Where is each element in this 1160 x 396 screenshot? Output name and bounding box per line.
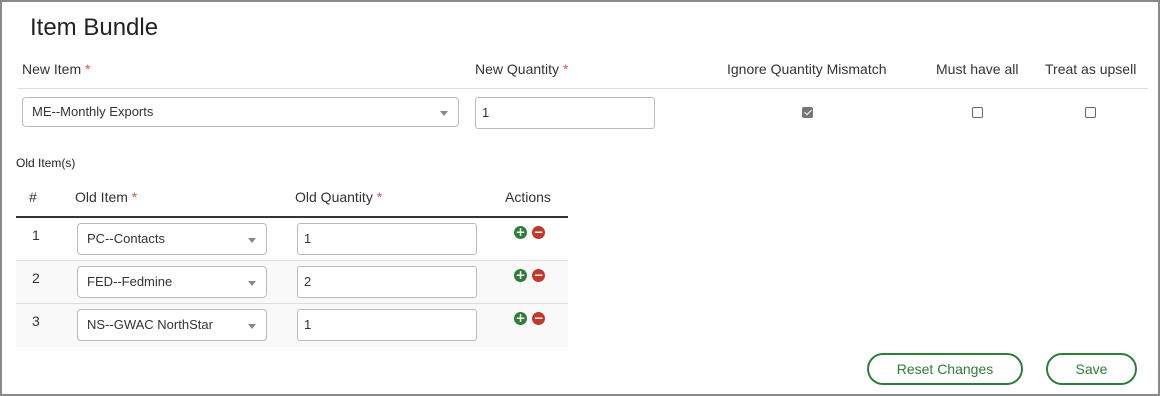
num-column-header: # <box>29 189 37 205</box>
new-quantity-input[interactable]: 1 <box>475 97 655 129</box>
old-quantity-input[interactable]: 1 <box>297 309 477 341</box>
old-item-select[interactable]: PC--Contacts <box>77 223 267 255</box>
required-marker: * <box>376 189 383 205</box>
minus-circle-icon[interactable]: − <box>532 226 545 239</box>
new-quantity-header: New Quantity * <box>475 61 568 77</box>
must-have-all-header: Must have all <box>936 61 1019 77</box>
old-item-column-header: Old Item * <box>75 189 137 205</box>
treat-as-upsell-header: Treat as upsell <box>1045 61 1137 77</box>
old-quantity-column-header: Old Quantity * <box>295 189 382 205</box>
old-item-select[interactable]: NS--GWAC NorthStar <box>77 309 267 341</box>
ignore-quantity-mismatch-checkbox[interactable] <box>802 107 813 118</box>
ignore-quantity-mismatch-header: Ignore Quantity Mismatch <box>727 61 887 77</box>
new-item-header-label: New Item <box>22 61 82 77</box>
reset-changes-button[interactable]: Reset Changes <box>867 353 1023 385</box>
minus-circle-icon[interactable]: − <box>532 269 545 282</box>
plus-circle-icon[interactable]: + <box>514 312 527 325</box>
item-bundle-panel: Item Bundle New Item * New Quantity * Ig… <box>0 0 1160 396</box>
new-item-select[interactable]: ME--Monthly Exports <box>22 97 459 127</box>
page-title: Item Bundle <box>30 14 159 41</box>
save-button[interactable]: Save <box>1046 353 1137 385</box>
plus-circle-icon[interactable]: + <box>514 226 527 239</box>
actions-column-header: Actions <box>505 189 551 205</box>
minus-circle-icon[interactable]: − <box>532 312 545 325</box>
chevron-down-icon <box>248 238 256 243</box>
old-item-select[interactable]: FED--Fedmine <box>77 266 267 298</box>
chevron-down-icon <box>248 281 256 286</box>
old-item-select-value: NS--GWAC NorthStar <box>87 317 213 332</box>
chevron-down-icon <box>248 324 256 329</box>
old-item-select-value: PC--Contacts <box>87 231 166 246</box>
new-item-select-value: ME--Monthly Exports <box>32 104 154 119</box>
table-row: 2 FED--Fedmine 2 + − <box>16 261 568 304</box>
table-row: 3 NS--GWAC NorthStar 1 + − <box>16 304 568 347</box>
row-number: 2 <box>32 270 40 286</box>
required-marker: * <box>562 61 569 77</box>
required-marker: * <box>85 61 91 77</box>
new-item-header: New Item * <box>22 61 90 77</box>
must-have-all-checkbox[interactable] <box>972 107 983 118</box>
required-marker: * <box>131 189 138 205</box>
chevron-down-icon <box>440 111 448 116</box>
table-row: 1 PC--Contacts 1 + − <box>16 218 568 261</box>
header-divider <box>18 88 1148 89</box>
new-quantity-header-label: New Quantity <box>475 61 560 77</box>
old-quantity-input[interactable]: 2 <box>297 266 477 298</box>
old-quantity-header-label: Old Quantity <box>295 189 373 205</box>
treat-as-upsell-checkbox[interactable] <box>1085 107 1096 118</box>
row-number: 3 <box>32 313 40 329</box>
old-quantity-input[interactable]: 1 <box>297 223 477 255</box>
plus-circle-icon[interactable]: + <box>514 269 527 282</box>
old-item-header-label: Old Item <box>75 189 128 205</box>
row-number: 1 <box>32 227 40 243</box>
old-items-section-title: Old Item(s) <box>16 156 76 170</box>
old-item-select-value: FED--Fedmine <box>87 274 173 289</box>
